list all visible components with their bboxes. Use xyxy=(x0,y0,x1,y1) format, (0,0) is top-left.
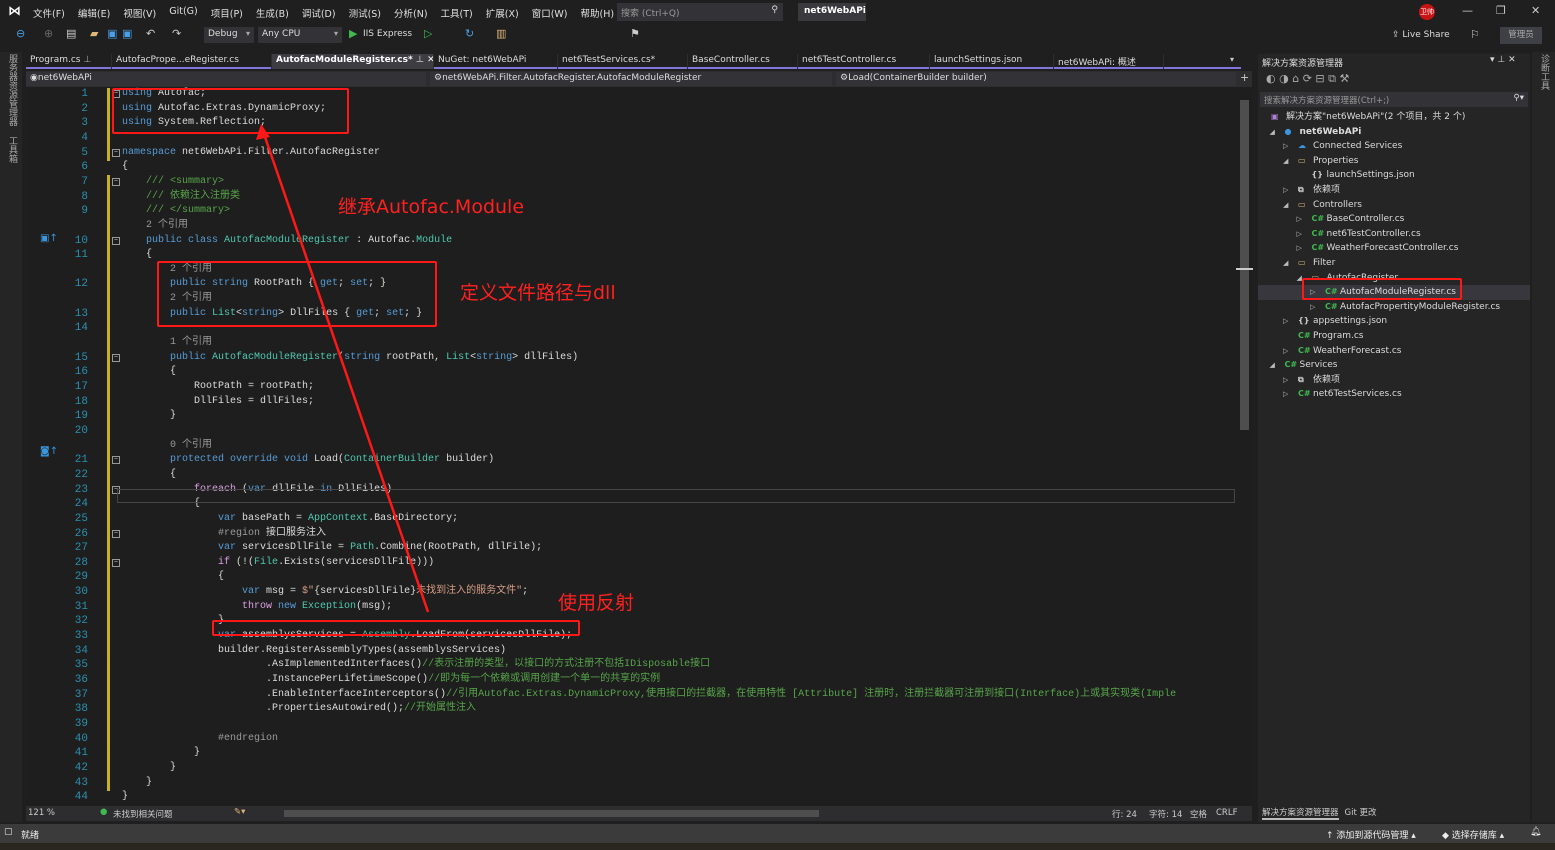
annotation-arrow xyxy=(256,124,430,613)
arrow-head xyxy=(256,124,270,140)
arrow-line xyxy=(262,133,430,613)
